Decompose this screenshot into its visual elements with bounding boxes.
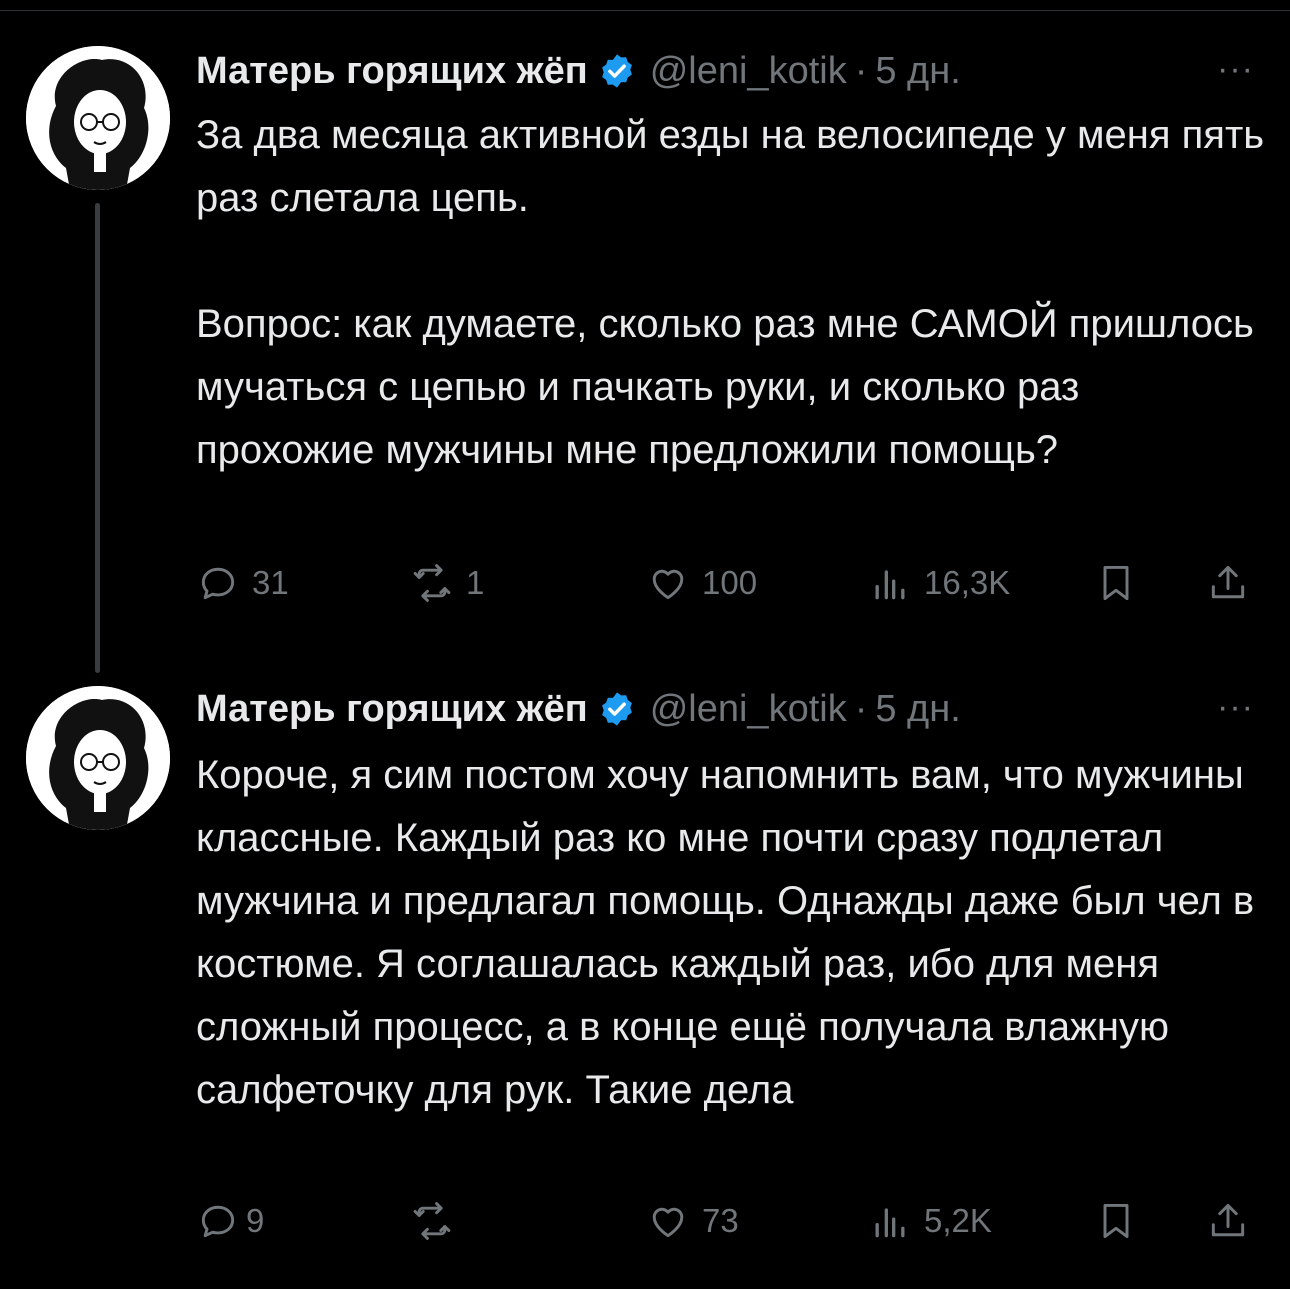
more-options-icon[interactable]: ··· [1217,50,1254,89]
views-button[interactable]: 5,2K [868,1196,992,1246]
avatar-illustration-icon [26,46,170,190]
like-count: 73 [702,1202,739,1239]
tweet-text: За два месяца активной езды на велосипед… [196,113,1265,472]
like-button[interactable]: 100 [646,558,757,608]
views-button[interactable]: 16,3K [868,558,1010,608]
avatar-illustration-icon [26,686,170,830]
views-count: 5,2K [924,1202,992,1239]
separator-dot: · [854,687,868,730]
repost-button[interactable]: 1 [410,558,484,608]
heart-icon [652,1207,684,1238]
action-bar: 31 1 100 16,3K [196,558,1266,608]
avatar[interactable] [26,46,170,190]
top-divider [0,10,1290,11]
author-handle[interactable]: @leni_kotik [650,688,847,731]
bookmark-icon [1103,1203,1129,1239]
author-handle[interactable]: @leni_kotik [650,50,847,93]
views-count: 16,3K [924,564,1011,601]
heart-icon [652,569,684,600]
reply-button[interactable]: 31 [196,558,289,608]
thread-line [95,203,100,673]
bookmark-button[interactable] [1094,1196,1138,1246]
verified-badge-icon [601,692,632,726]
bookmark-icon [1103,565,1129,601]
reply-button[interactable]: 9 [196,1196,264,1246]
views-icon [875,1208,905,1238]
tweet-header: Матерь горящих жёп @leni_kotik · 5 дн. [196,684,961,734]
author-name[interactable]: Матерь горящих жёп [196,50,588,93]
reply-count: 31 [252,564,289,601]
more-options-icon[interactable]: ··· [1217,688,1254,727]
repost-button[interactable] [410,1196,466,1246]
repost-icon [413,1202,451,1240]
reply-count: 9 [246,1202,265,1239]
like-count: 100 [702,564,758,601]
reply-icon [201,1205,235,1238]
separator-dot: · [854,49,868,92]
like-button[interactable]: 73 [646,1196,739,1246]
repost-icon [413,564,451,602]
views-icon [875,570,905,600]
verified-badge-icon [601,54,632,88]
share-button[interactable] [1206,558,1250,608]
share-button[interactable] [1206,1196,1250,1246]
avatar[interactable] [26,686,170,830]
repost-count: 1 [466,564,485,601]
bookmark-button[interactable] [1094,558,1138,608]
tweet-header: Матерь горящих жёп @leni_kotik · 5 дн. [196,46,961,96]
share-icon [1211,1203,1245,1237]
author-name[interactable]: Матерь горящих жёп [196,688,588,731]
action-bar: 9 73 5,2K [196,1196,1266,1246]
timestamp[interactable]: 5 дн. [875,50,960,93]
timestamp[interactable]: 5 дн. [875,688,960,731]
tweet-text: Короче, я сим постом хочу напомнить вам,… [196,753,1255,1112]
share-icon [1211,565,1245,599]
reply-icon [201,567,235,600]
